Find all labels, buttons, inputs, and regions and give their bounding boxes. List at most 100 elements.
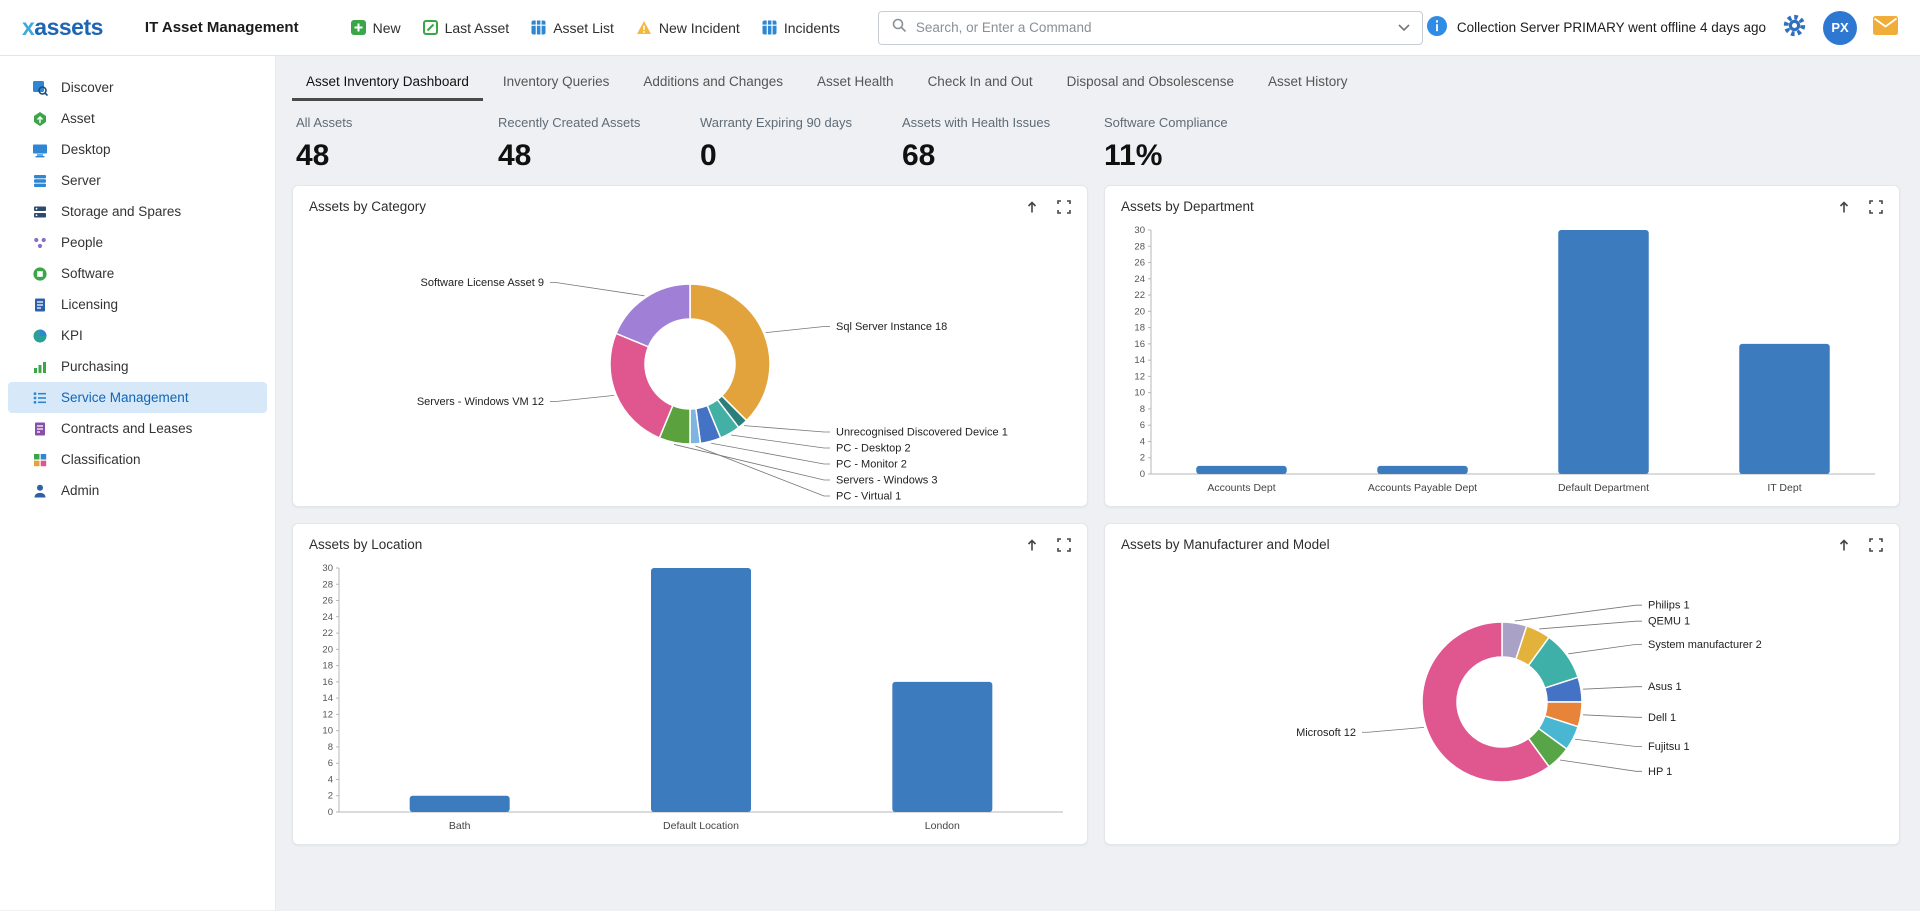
sidebar: Discover Asset Desktop Server Storage an… xyxy=(0,56,276,910)
svg-text:Sql Server Instance 18: Sql Server Instance 18 xyxy=(836,321,947,333)
search-input[interactable] xyxy=(916,20,1389,35)
sidebar-item-label: People xyxy=(61,235,103,250)
tab-disposal-and-obsolescense[interactable]: Disposal and Obsolescense xyxy=(1053,62,1248,101)
card-assets-by-category: Assets by Category Sql Server Instance 1… xyxy=(292,185,1088,507)
svg-text:2: 2 xyxy=(1140,453,1145,464)
sidebar-item-classification[interactable]: Classification xyxy=(8,444,267,475)
export-arrow-icon[interactable] xyxy=(1025,200,1039,214)
svg-text:Asus 1: Asus 1 xyxy=(1648,681,1682,693)
incidents-button[interactable]: Incidents xyxy=(762,20,840,36)
tab-check-in-and-out[interactable]: Check In and Out xyxy=(914,62,1047,101)
stat-warranty-expiring: Warranty Expiring 90 days 0 xyxy=(700,115,902,173)
stat-value: 0 xyxy=(700,139,902,173)
sidebar-item-admin[interactable]: Admin xyxy=(8,475,267,506)
notification-text: Collection Server PRIMARY went offline 4… xyxy=(1457,20,1766,35)
settings-button[interactable] xyxy=(1782,13,1807,43)
user-avatar[interactable]: PX xyxy=(1823,11,1857,45)
svg-text:Servers - Windows VM 12: Servers - Windows VM 12 xyxy=(417,396,544,408)
command-search[interactable] xyxy=(878,11,1423,45)
assets-by-department-chart: 024681012141618202224262830Accounts Dept… xyxy=(1105,218,1899,506)
card-title: Assets by Location xyxy=(309,537,422,552)
sidebar-item-label: Contracts and Leases xyxy=(61,421,192,436)
sidebar-item-desktop[interactable]: Desktop xyxy=(8,134,267,165)
stat-label: Software Compliance xyxy=(1104,115,1306,130)
svg-text:Accounts Payable Dept: Accounts Payable Dept xyxy=(1368,482,1477,494)
server-notification[interactable]: Collection Server PRIMARY went offline 4… xyxy=(1426,15,1766,40)
svg-text:30: 30 xyxy=(322,563,333,574)
svg-text:6: 6 xyxy=(1140,420,1145,431)
messages-button[interactable] xyxy=(1873,16,1898,40)
svg-text:Microsoft 12: Microsoft 12 xyxy=(1296,727,1356,739)
sidebar-item-label: KPI xyxy=(61,328,83,343)
tab-inventory-queries[interactable]: Inventory Queries xyxy=(489,62,624,101)
export-arrow-icon[interactable] xyxy=(1837,538,1851,552)
sidebar-item-server[interactable]: Server xyxy=(8,165,267,196)
card-assets-by-manufacturer: Assets by Manufacturer and Model Philips… xyxy=(1104,523,1900,845)
table-icon xyxy=(531,20,546,35)
svg-text:System manufacturer 2: System manufacturer 2 xyxy=(1648,639,1762,651)
card-title: Assets by Category xyxy=(309,199,426,214)
contract-icon xyxy=(32,421,48,437)
tab-asset-health[interactable]: Asset Health xyxy=(803,62,908,101)
stat-all-assets: All Assets 48 xyxy=(296,115,498,173)
svg-text:Software License Asset 9: Software License Asset 9 xyxy=(420,277,544,289)
stat-software-compliance: Software Compliance 11% xyxy=(1104,115,1306,173)
stat-label: Assets with Health Issues xyxy=(902,115,1104,130)
last-asset-button[interactable]: Last Asset xyxy=(423,20,510,36)
card-assets-by-location: Assets by Location 024681012141618202224… xyxy=(292,523,1088,845)
svg-text:20: 20 xyxy=(322,644,333,655)
sidebar-item-kpi[interactable]: KPI xyxy=(8,320,267,351)
svg-text:Default Department: Default Department xyxy=(1558,482,1649,494)
export-arrow-icon[interactable] xyxy=(1025,538,1039,552)
sidebar-item-discover[interactable]: Discover xyxy=(8,72,267,103)
edit-icon xyxy=(423,20,438,35)
stat-health-issues: Assets with Health Issues 68 xyxy=(902,115,1104,173)
monitor-icon xyxy=(32,142,48,158)
svg-text:Bath: Bath xyxy=(449,820,471,832)
sidebar-item-people[interactable]: People xyxy=(8,227,267,258)
sidebar-item-contracts-and-leases[interactable]: Contracts and Leases xyxy=(8,413,267,444)
svg-text:30: 30 xyxy=(1134,225,1145,236)
expand-icon[interactable] xyxy=(1869,200,1883,214)
list-icon xyxy=(32,390,48,406)
pie-chart-icon xyxy=(32,328,48,344)
software-icon xyxy=(32,266,48,282)
asset-list-button[interactable]: Asset List xyxy=(531,20,614,36)
svg-text:10: 10 xyxy=(322,726,333,737)
svg-text:4: 4 xyxy=(328,774,333,785)
new-button[interactable]: New xyxy=(351,20,401,36)
svg-text:24: 24 xyxy=(322,612,333,623)
export-arrow-icon[interactable] xyxy=(1837,200,1851,214)
people-icon xyxy=(32,235,48,251)
search-icon xyxy=(891,17,907,38)
expand-icon[interactable] xyxy=(1869,538,1883,552)
card-assets-by-department: Assets by Department 0246810121416182022… xyxy=(1104,185,1900,507)
asset-list-button-label: Asset List xyxy=(553,20,614,36)
app-logo[interactable]: xassets xyxy=(22,14,103,41)
sidebar-item-service-management[interactable]: Service Management xyxy=(8,382,267,413)
tab-asset-history[interactable]: Asset History xyxy=(1254,62,1362,101)
sidebar-item-purchasing[interactable]: Purchasing xyxy=(8,351,267,382)
sidebar-item-software[interactable]: Software xyxy=(8,258,267,289)
assets-by-location-chart: 024681012141618202224262830BathDefault L… xyxy=(293,556,1087,844)
main-content: Asset Inventory Dashboard Inventory Quer… xyxy=(276,56,1920,910)
sidebar-item-storage-and-spares[interactable]: Storage and Spares xyxy=(8,196,267,227)
chevron-down-icon[interactable] xyxy=(1398,19,1410,37)
server-icon xyxy=(32,173,48,189)
sidebar-item-label: Software xyxy=(61,266,114,281)
card-title: Assets by Department xyxy=(1121,199,1254,214)
svg-text:12: 12 xyxy=(1134,371,1145,382)
svg-text:12: 12 xyxy=(322,709,333,720)
dashboard-tabs: Asset Inventory Dashboard Inventory Quer… xyxy=(292,62,1900,101)
sidebar-item-licensing[interactable]: Licensing xyxy=(8,289,267,320)
info-icon xyxy=(1426,15,1448,40)
tab-additions-and-changes[interactable]: Additions and Changes xyxy=(629,62,797,101)
expand-icon[interactable] xyxy=(1057,200,1071,214)
sidebar-item-asset[interactable]: Asset xyxy=(8,103,267,134)
assets-by-category-chart: Sql Server Instance 18Unrecognised Disco… xyxy=(293,218,1087,506)
expand-icon[interactable] xyxy=(1057,538,1071,552)
tab-asset-inventory-dashboard[interactable]: Asset Inventory Dashboard xyxy=(292,62,483,101)
svg-text:London: London xyxy=(925,820,960,832)
storage-icon xyxy=(32,204,48,220)
new-incident-button[interactable]: New Incident xyxy=(636,20,740,36)
